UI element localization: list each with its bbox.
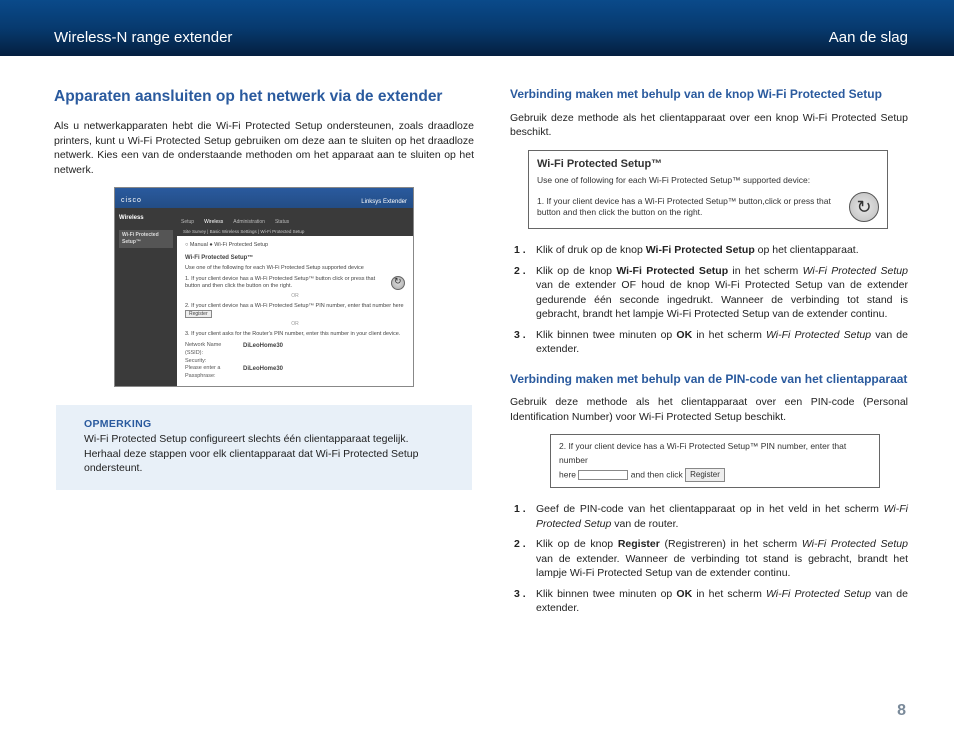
note-body: Wi-Fi Protected Setup configureert slech… (84, 432, 444, 476)
step-text: Klik op de knop Register (Registreren) i… (536, 537, 908, 580)
step-text: Klik binnen twee minuten op OK in het sc… (536, 587, 908, 616)
steps-list-2: 1 . Geef de PIN-code van het clientappar… (510, 502, 908, 615)
sub2-intro: Gebruik deze methode als het clientappar… (510, 395, 908, 424)
subheading-pin: Verbinding maken met behulp van de PIN-c… (510, 371, 908, 388)
intro-paragraph: Als u netwerkapparaten hebt die Wi-Fi Pr… (54, 119, 474, 177)
step-item: 1 . Klik of druk op de knop Wi-Fi Protec… (514, 243, 908, 257)
step-item: 2 . Klik op de knop Register (Registrere… (514, 537, 908, 580)
wps-heading: Wi-Fi Protected Setup™ (185, 255, 253, 261)
router-ui-screenshot: cisco Linksys Extender Wireless Wi-Fi Pr… (114, 187, 414, 387)
wps-callout-box: Wi-Fi Protected Setup™ Use one of follow… (528, 150, 888, 230)
main-tabs: Setup Wireless Administration Status (177, 208, 413, 228)
register-button: Register (185, 310, 212, 319)
wps-step1: 1. If your client device has a Wi-Fi Pro… (185, 276, 387, 290)
wps-box-sub: Use one of following for each Wi-Fi Prot… (537, 175, 879, 187)
header-right: Aan de slag (829, 29, 908, 46)
note-box: Opmerking Wi-Fi Protected Setup configur… (56, 405, 472, 490)
divider-or2: OR (185, 321, 405, 328)
page-body: Apparaten aansluiten op het netwerk via … (0, 56, 954, 630)
divider-or: OR (185, 293, 405, 300)
header-left: Wireless-N range extender (54, 29, 232, 46)
right-column: Verbinding maken met behulp van de knop … (510, 86, 908, 630)
sub1-intro: Gebruik deze methode als het clientappar… (510, 111, 908, 140)
step-text: Geef de PIN-code van het clientapparaat … (536, 502, 908, 531)
wps-step3: 3. If your client asks for the Router's … (185, 331, 405, 338)
side-label: Wireless (119, 214, 173, 222)
pin-input (578, 470, 628, 480)
cisco-logo: cisco (121, 196, 142, 206)
pin-callout-box: 2. If your client device has a Wi-Fi Pro… (550, 434, 880, 488)
step-item: 3 . Klik binnen twee minuten op OK in he… (514, 587, 908, 616)
step-text: Klik op de knop Wi-Fi Protected Setup in… (536, 264, 908, 322)
brand-label: Linksys Extender (361, 198, 407, 206)
step-item: 1 . Geef de PIN-code van het clientappar… (514, 502, 908, 531)
wps-step2: 2. If your client device has a Wi-Fi Pro… (185, 303, 404, 309)
sub-tabs: Site Survey | Basic Wireless Settings | … (177, 228, 413, 236)
register-button: Register (685, 468, 725, 483)
side-tab: Wi-Fi Protected Setup™ (119, 230, 173, 248)
wps-button-icon (391, 276, 405, 290)
step-text: Klik binnen twee minuten op OK in het sc… (536, 328, 908, 357)
steps-list-1: 1 . Klik of druk op de knop Wi-Fi Protec… (510, 243, 908, 356)
wps-sub: Use one of the following for each Wi-Fi … (185, 265, 405, 272)
pin-line1: 2. If your client device has a Wi-Fi Pro… (559, 440, 871, 467)
wps-box-title: Wi-Fi Protected Setup™ (537, 157, 879, 172)
step-item: 3 . Klik binnen twee minuten op OK in he… (514, 328, 908, 357)
note-title: Opmerking (84, 417, 444, 432)
left-column: Apparaten aansluiten op het netwerk via … (54, 86, 474, 630)
header-bar: Wireless-N range extender Aan de slag (0, 0, 954, 56)
wps-box-text: 1. If your client device has a Wi-Fi Pro… (537, 196, 841, 218)
radio-options: ○ Manual ● Wi-Fi Protected Setup (185, 242, 405, 250)
section-title: Apparaten aansluiten op het netwerk via … (54, 86, 474, 107)
wps-icon: ↻ (849, 192, 879, 222)
subheading-wps-button: Verbinding maken met behulp van de knop … (510, 86, 908, 103)
page-number: 8 (897, 702, 906, 720)
step-item: 2 . Klik op de knop Wi-Fi Protected Setu… (514, 264, 908, 322)
